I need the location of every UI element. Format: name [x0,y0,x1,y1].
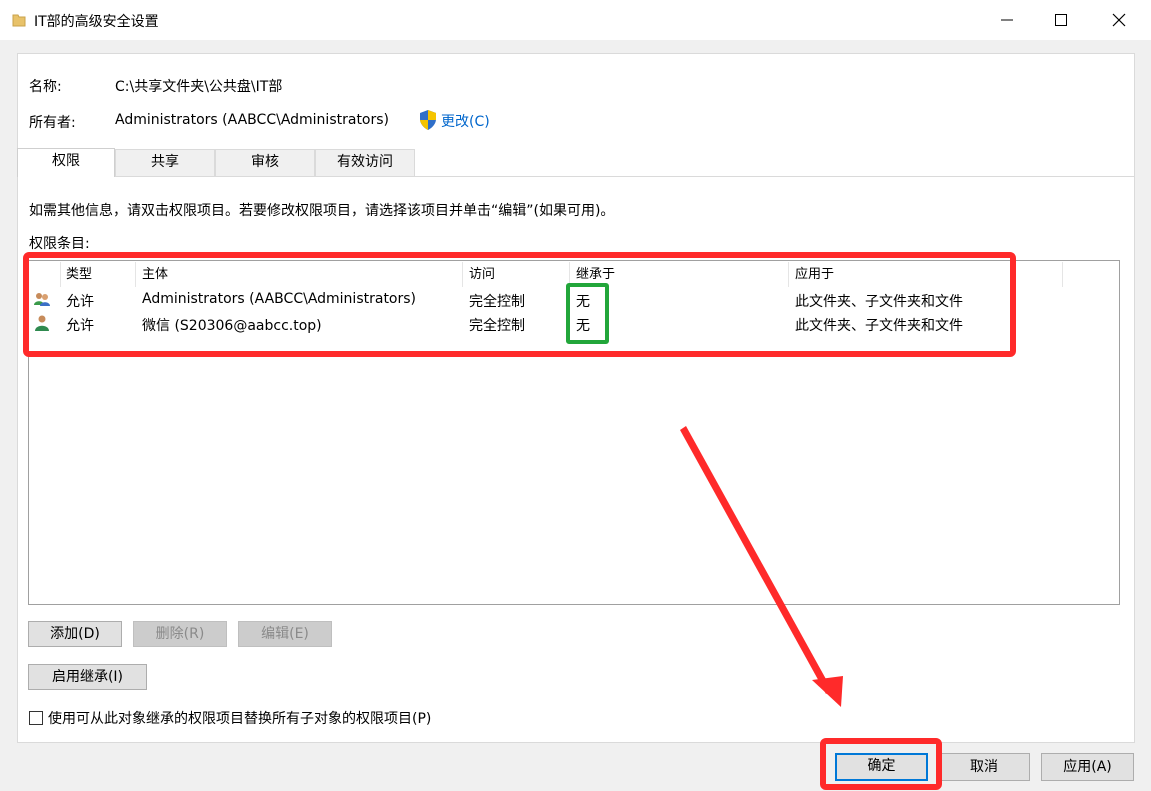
annotation-arrow [680,426,843,707]
